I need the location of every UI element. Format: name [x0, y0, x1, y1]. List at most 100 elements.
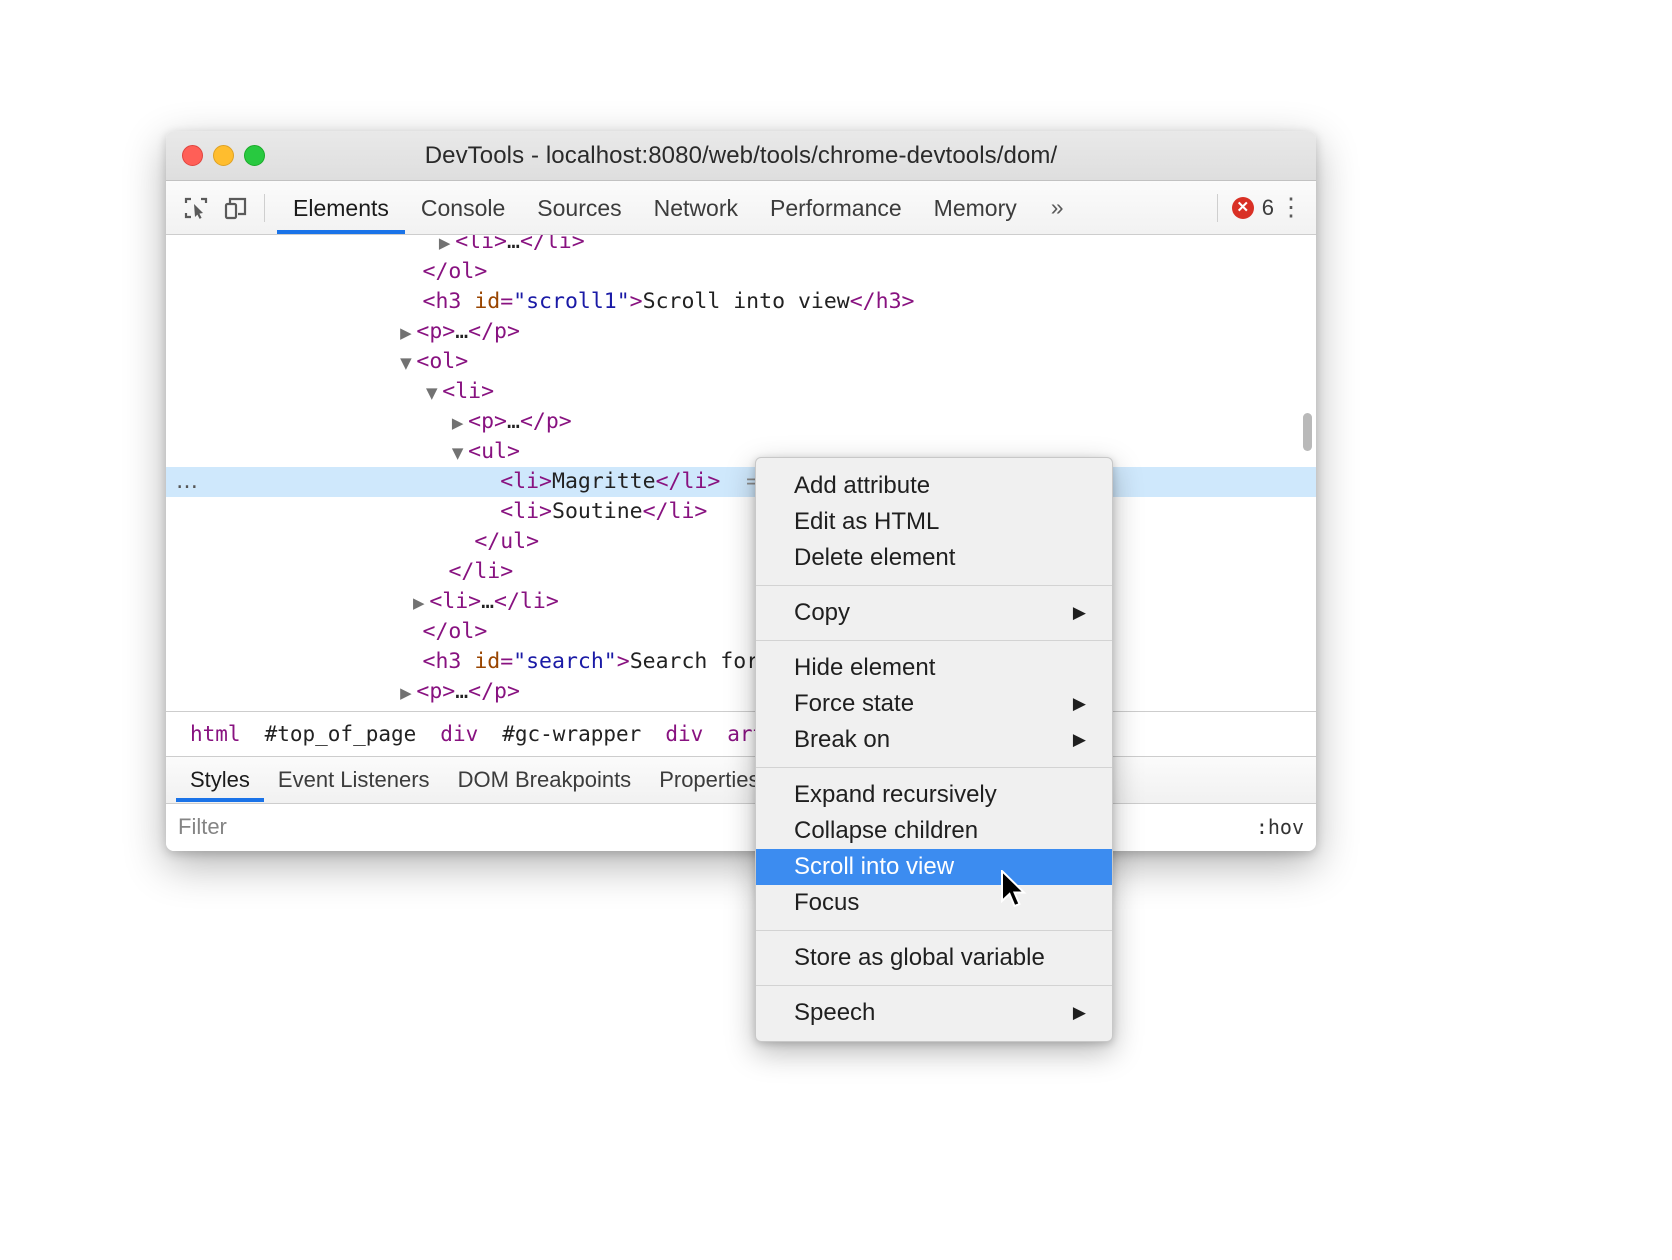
dom-tree-row[interactable]: ▶ <li>…</li> — [166, 235, 1316, 257]
dom-token-tag: <h3 — [423, 289, 475, 314]
dom-tree-rows: ▶ <li>…</li> </ol> <h3 id="scroll1">Scro… — [166, 235, 1316, 711]
breadcrumb-item-html[interactable]: html — [178, 722, 253, 746]
dom-token-attr: id — [474, 289, 500, 314]
tab-performance[interactable]: Performance — [754, 182, 918, 234]
twisty-spacer — [491, 474, 501, 492]
context-menu-item-label: Scroll into view — [794, 853, 954, 880]
context-menu-item-focus[interactable]: Focus — [756, 885, 1112, 921]
dom-tree-row[interactable]: ▼ <li> — [166, 377, 1316, 407]
dom-row-indent — [180, 289, 413, 314]
zoom-button[interactable] — [244, 145, 265, 166]
dom-token-tag: > — [617, 649, 630, 674]
screen-root: DevTools - localhost:8080/web/tools/chro… — [0, 0, 1672, 1260]
dom-tree-row[interactable]: ▶ <p>…</p> — [166, 407, 1316, 437]
sidebar-tab-styles[interactable]: Styles — [176, 758, 264, 802]
context-menu-separator — [756, 767, 1112, 768]
context-menu-item-label: Collapse children — [794, 817, 978, 844]
error-count-badge[interactable]: ✕ 6 — [1232, 195, 1274, 221]
chevron-down-icon[interactable]: ▼ — [400, 354, 416, 372]
breadcrumb-item-div[interactable]: div — [428, 722, 490, 746]
device-toolbar-icon[interactable] — [216, 188, 256, 228]
dom-tree-row[interactable]: </ol> — [166, 257, 1316, 287]
dom-tree-row[interactable]: </ol> — [166, 617, 1316, 647]
context-menu-item-force-state[interactable]: Force state▶ — [756, 686, 1112, 722]
dom-tree-row[interactable]: ▶ <li>…</li> — [166, 587, 1316, 617]
breadcrumb-item-gcwrapper[interactable]: #gc-wrapper — [490, 722, 653, 746]
inspect-element-icon[interactable] — [176, 188, 216, 228]
dom-tree-row[interactable]: ▼ <ol> — [166, 347, 1316, 377]
dom-token-text: … — [455, 319, 468, 344]
dom-token-tag: </ol> — [481, 709, 546, 711]
dom-tree-panel[interactable]: ▶ <li>…</li> </ol> <h3 id="scroll1">Scro… — [166, 235, 1316, 711]
sidebar-tab-dom-breakpoints[interactable]: DOM Breakpoints — [444, 758, 646, 802]
dom-token-tag: </p> — [468, 319, 520, 344]
context-menu-item-copy[interactable]: Copy▶ — [756, 595, 1112, 631]
dom-row-indent — [180, 499, 491, 524]
dom-token-tag: <ol> — [416, 709, 468, 711]
toolbar-divider-right — [1217, 194, 1218, 222]
context-menu-item-add-attribute[interactable]: Add attribute — [756, 468, 1112, 504]
dom-tree-row[interactable]: </li> — [166, 557, 1316, 587]
dom-tree-row[interactable]: </ul> — [166, 527, 1316, 557]
dom-tree-row[interactable]: <li>Soutine</li> — [166, 497, 1316, 527]
dom-token-tag: </ol> — [423, 619, 488, 644]
tab-elements[interactable]: Elements — [277, 182, 405, 234]
dom-row-indent — [180, 235, 439, 254]
chevron-right-icon[interactable]: ▶ — [400, 324, 416, 342]
tab-console[interactable]: Console — [405, 182, 521, 234]
dom-token-tag: </li> — [656, 469, 721, 494]
more-options-kebab-icon[interactable]: ⋮ — [1274, 195, 1308, 220]
dom-tree-scrollbar[interactable] — [1303, 413, 1312, 451]
devtools-toolbar: Elements Console Sources Network Perform… — [166, 181, 1316, 235]
submenu-arrow-icon: ▶ — [1073, 595, 1086, 631]
context-menu-item-hide-element[interactable]: Hide element — [756, 650, 1112, 686]
breadcrumb-item-topofpage[interactable]: #top_of_page — [253, 722, 429, 746]
chevron-right-icon[interactable]: ▶ — [452, 414, 468, 432]
more-tabs-chevron-icon[interactable]: » — [1033, 194, 1082, 221]
context-menu-item-scroll-into-view[interactable]: Scroll into view — [756, 849, 1112, 885]
toolbar-right-group: ✕ 6 ⋮ — [1203, 194, 1316, 222]
close-button[interactable] — [182, 145, 203, 166]
dom-context-menu[interactable]: Add attributeEdit as HTMLDelete element C… — [755, 457, 1113, 1042]
context-menu-item-delete-element[interactable]: Delete element — [756, 540, 1112, 576]
dom-token-tag: <li> — [500, 499, 552, 524]
dom-tree-row-selected[interactable]: … <li>Magritte</li> == $0 — [166, 467, 1316, 497]
chevron-down-icon[interactable]: ▼ — [452, 444, 468, 462]
dom-row-indent — [180, 619, 413, 644]
context-menu-item-break-on[interactable]: Break on▶ — [756, 722, 1112, 758]
dom-tree-row[interactable]: ▶ <p>…</p> — [166, 317, 1316, 347]
dom-row-indent — [180, 379, 426, 404]
context-menu-item-edit-as-html[interactable]: Edit as HTML — [756, 504, 1112, 540]
dom-tree-row[interactable]: ▶ <ol>…</ol> — [166, 707, 1316, 711]
dom-tree-row[interactable]: ▼ <ul> — [166, 437, 1316, 467]
submenu-arrow-icon: ▶ — [1073, 686, 1086, 722]
dom-tree-row[interactable]: ▶ <p>…</p> — [166, 677, 1316, 707]
tab-sources[interactable]: Sources — [521, 182, 637, 234]
dom-row-ellipsis-badge[interactable]: … — [176, 467, 199, 497]
context-menu-item-expand-recursively[interactable]: Expand recursively — [756, 777, 1112, 813]
breadcrumb-item-div[interactable]: div — [653, 722, 715, 746]
force-hover-state-button[interactable]: :hov — [1242, 815, 1304, 839]
dom-tree-row[interactable]: <h3 id="scroll1">Scroll into view</h3> — [166, 287, 1316, 317]
chevron-down-icon[interactable]: ▼ — [426, 384, 442, 402]
sidebar-tab-event-listeners[interactable]: Event Listeners — [264, 758, 444, 802]
dom-token-val: "search" — [513, 649, 617, 674]
context-menu-item-label: Expand recursively — [794, 781, 997, 808]
context-menu-item-collapse-children[interactable]: Collapse children — [756, 813, 1112, 849]
dom-token-tag: <li> — [455, 235, 507, 254]
dom-token-tag: </li> — [494, 589, 559, 614]
context-menu-item-store-as-global-variable[interactable]: Store as global variable — [756, 940, 1112, 976]
tab-network[interactable]: Network — [638, 182, 754, 234]
window-titlebar: DevTools - localhost:8080/web/tools/chro… — [166, 131, 1316, 181]
dom-tree-row[interactable]: <h3 id="search">Search for node — [166, 647, 1316, 677]
dom-token-tag: <ol> — [416, 349, 468, 374]
chevron-right-icon[interactable]: ▶ — [400, 684, 416, 702]
minimize-button[interactable] — [213, 145, 234, 166]
twisty-spacer — [413, 294, 423, 312]
submenu-arrow-icon: ▶ — [1073, 722, 1086, 758]
window-controls — [182, 145, 265, 166]
context-menu-item-speech[interactable]: Speech▶ — [756, 995, 1112, 1031]
chevron-right-icon[interactable]: ▶ — [413, 594, 429, 612]
tab-memory[interactable]: Memory — [918, 182, 1033, 234]
chevron-right-icon[interactable]: ▶ — [439, 235, 455, 252]
